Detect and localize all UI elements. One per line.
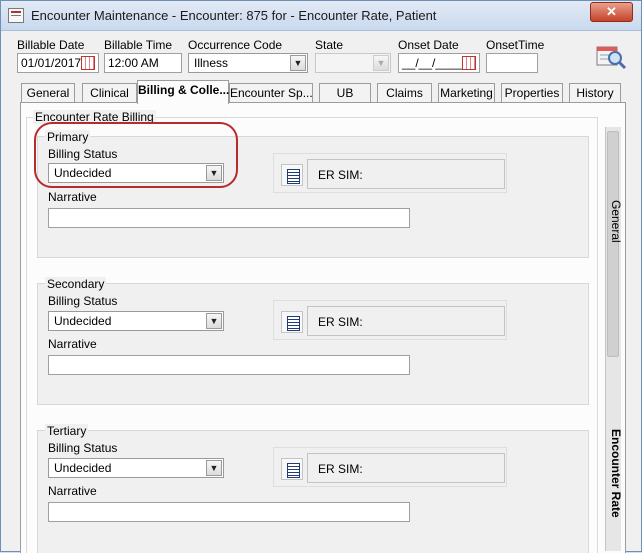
tab-claims[interactable]: Claims <box>377 83 432 102</box>
calendar-icon[interactable] <box>462 56 476 70</box>
tab-history[interactable]: History <box>569 83 621 102</box>
onset-date-label: Onset Date <box>398 38 459 52</box>
tertiary-billing-status-value: Undecided <box>54 461 112 475</box>
state-label: State <box>315 38 344 52</box>
billable-date-label: Billable Date <box>17 38 85 52</box>
chevron-down-icon[interactable]: ▼ <box>206 313 222 329</box>
tab-marketing[interactable]: Marketing <box>438 83 495 102</box>
occurrence-code-label: Occurrence Code <box>188 38 283 52</box>
tab-encounter-specifics[interactable]: Encounter Sp... <box>229 83 313 102</box>
tab-clinical[interactable]: Clinical <box>82 83 137 102</box>
billing-status-label: Billing Status <box>48 294 118 308</box>
primary-narrative-input[interactable] <box>48 208 410 228</box>
side-tab-general[interactable]: General <box>604 161 628 281</box>
annotation-circle <box>34 122 238 188</box>
tertiary-narrative-input[interactable] <box>48 502 410 522</box>
tab-properties[interactable]: Properties <box>501 83 563 102</box>
tertiary-er-sim: ER SIM: <box>307 453 505 483</box>
window-title: Encounter Maintenance - Encounter: 875 f… <box>31 8 437 23</box>
secondary-title: Secondary <box>45 277 107 291</box>
app-icon <box>8 8 24 23</box>
narrative-label: Narrative <box>48 337 97 351</box>
secondary-billing-status-value: Undecided <box>54 314 112 328</box>
chevron-down-icon[interactable]: ▼ <box>290 55 306 71</box>
tertiary-title: Tertiary <box>45 424 89 438</box>
onset-time-label: OnsetTime <box>486 38 545 52</box>
encounter-maintenance-window: Encounter Maintenance - Encounter: 875 f… <box>0 0 642 553</box>
billing-status-label: Billing Status <box>48 441 118 455</box>
narrative-label: Narrative <box>48 484 97 498</box>
tab-ub[interactable]: UB <box>319 83 371 102</box>
tab-general[interactable]: General <box>21 83 75 102</box>
billable-time-field[interactable]: 12:00 AM <box>104 53 182 73</box>
secondary-narrative-input[interactable] <box>48 355 410 375</box>
state-select[interactable]: ▼ <box>315 53 391 73</box>
chevron-down-icon[interactable]: ▼ <box>206 460 222 476</box>
calendar-icon[interactable] <box>81 56 95 70</box>
title-bar: Encounter Maintenance - Encounter: 875 f… <box>1 1 641 31</box>
magnifier-icon[interactable] <box>595 39 627 71</box>
close-button[interactable]: ✕ <box>590 2 633 22</box>
billable-time-label: Billable Time <box>104 38 173 52</box>
occurrence-code-select[interactable]: Illness ▼ <box>188 53 308 73</box>
side-tab-encounter-rate[interactable]: Encounter Rate <box>604 403 628 543</box>
tab-billing-collections[interactable]: Billing & Colle... <box>137 80 229 104</box>
tertiary-billing-status-select[interactable]: Undecided ▼ <box>48 458 224 478</box>
narrative-label: Narrative <box>48 190 97 204</box>
occurrence-code-value: Illness <box>194 56 229 70</box>
secondary-er-sim: ER SIM: <box>307 306 505 336</box>
primary-er-sim: ER SIM: <box>307 159 505 189</box>
chevron-down-icon[interactable]: ▼ <box>373 55 389 71</box>
onset-time-field[interactable] <box>486 53 538 73</box>
secondary-billing-status-select[interactable]: Undecided ▼ <box>48 311 224 331</box>
